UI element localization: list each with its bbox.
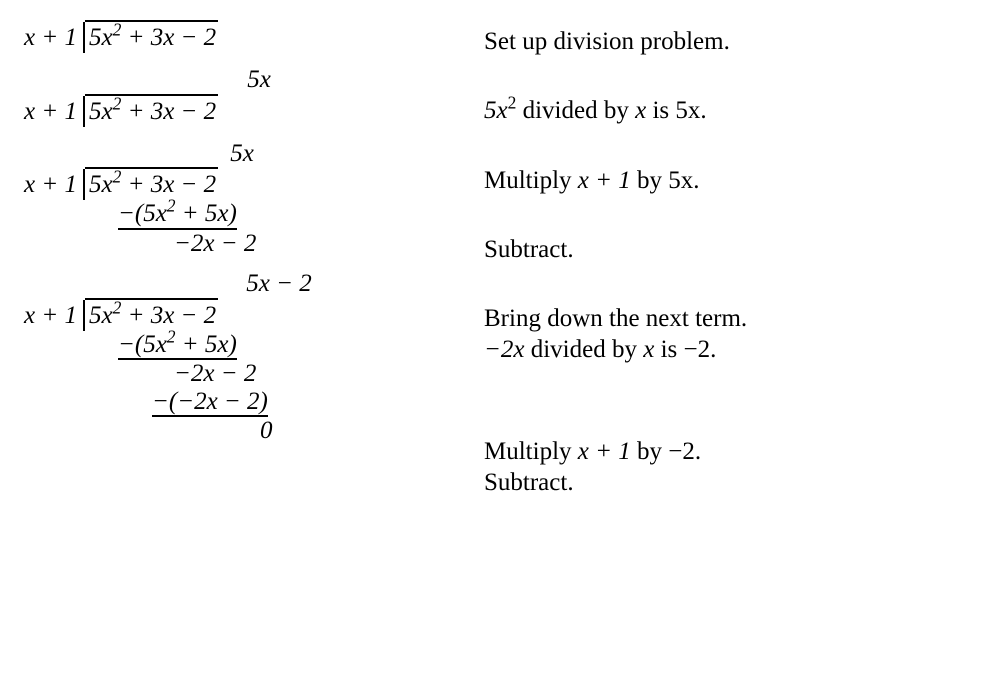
explain-bringdown: Bring down the next term. <box>484 303 972 334</box>
long-division-step-2: 5x x + 15x2 + 3x − 2 <box>24 67 364 127</box>
explain-divide-1: 5x2 divided by x is 5x. <box>484 95 972 126</box>
quotient-line: 5x <box>24 141 364 167</box>
explain-subtract-1: Subtract. <box>484 234 972 265</box>
dividend: 5x2 + 3x − 2 <box>85 94 218 127</box>
long-division-step-1: x + 15x2 + 3x − 2 <box>24 20 364 53</box>
explanation-column: Set up division problem. 5x2 divided by … <box>484 20 972 536</box>
long-division-step-4: 5x − 2 x + 15x2 + 3x − 2 −(5x2 + 5x) −2x… <box>24 271 364 445</box>
explain-setup: Set up division problem. <box>484 26 972 57</box>
quotient-line: 5x <box>24 67 364 93</box>
subtract-line: −(5x2 + 5x) <box>24 331 364 361</box>
long-division-step-3: 5x x + 15x2 + 3x − 2 −(5x2 + 5x) −2x − 2 <box>24 141 364 258</box>
explain-multiply-2: Multiply x + 1 by −2. <box>484 436 972 467</box>
explain-multiply-1: Multiply x + 1 by 5x. <box>484 165 972 196</box>
remainder-line: −2x − 2 <box>24 230 364 258</box>
explain-divide-2: −2x divided by x is −2. <box>484 334 972 365</box>
divisor: x + 1 <box>24 22 85 53</box>
subtract-line-2: −(−2x − 2) <box>24 388 364 418</box>
dividend: 5x2 + 3x − 2 <box>85 20 218 53</box>
work-lines: −(5x2 + 5x) −2x − 2 <box>24 200 364 257</box>
remainder-line: −2x − 2 <box>24 360 364 388</box>
page-container: x + 15x2 + 3x − 2 5x x + 15x2 + 3x − 2 5… <box>24 20 972 536</box>
quotient-line: 5x − 2 <box>24 271 364 297</box>
dividend: 5x2 + 3x − 2 <box>85 298 218 331</box>
divisor: x + 1 <box>24 300 85 331</box>
math-column: x + 15x2 + 3x − 2 5x x + 15x2 + 3x − 2 5… <box>24 20 364 536</box>
explain-subtract-2: Subtract. <box>484 467 972 498</box>
divisor: x + 1 <box>24 169 85 200</box>
subtract-line: −(5x2 + 5x) <box>24 200 364 230</box>
divisor: x + 1 <box>24 96 85 127</box>
work-lines: −(5x2 + 5x) −2x − 2 −(−2x − 2) 0 <box>24 331 364 445</box>
final-remainder: 0 <box>24 417 364 445</box>
dividend: 5x2 + 3x − 2 <box>85 167 218 200</box>
